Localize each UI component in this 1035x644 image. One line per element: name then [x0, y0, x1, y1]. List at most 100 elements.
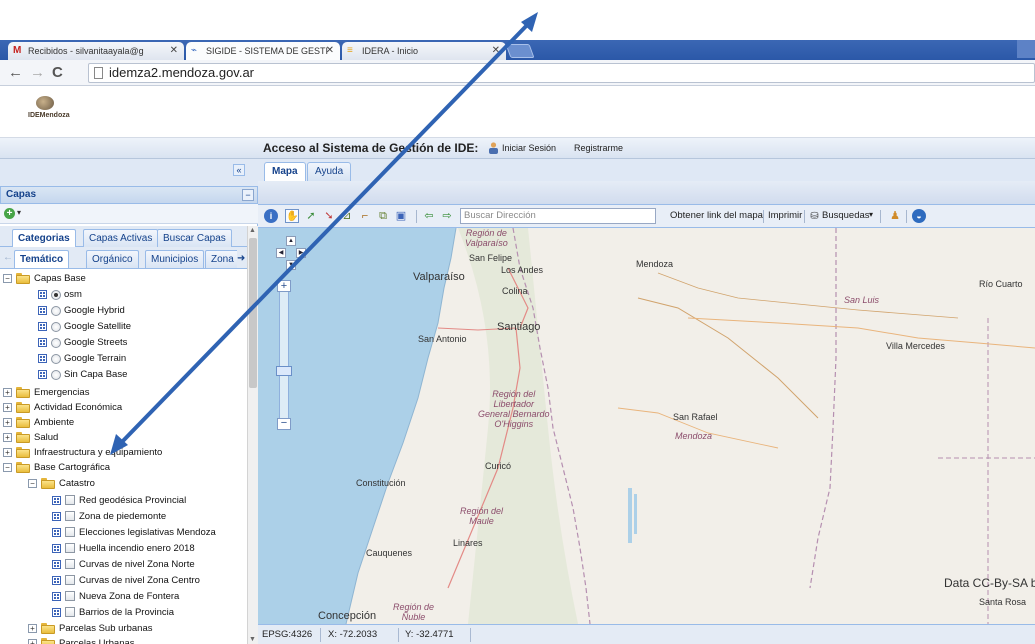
- close-tab-icon[interactable]: ✕: [492, 42, 500, 60]
- layer-checkbox[interactable]: [65, 527, 75, 537]
- radio-selected[interactable]: [51, 290, 61, 300]
- tree-item-new-border-zone[interactable]: Nueva Zona de Fontera: [0, 589, 247, 604]
- layer-checkbox[interactable]: [65, 607, 75, 617]
- tree-group-infrastructure[interactable]: + Infraestructura y equipamiento: [0, 445, 247, 460]
- scroll-down-icon[interactable]: ▼: [249, 636, 256, 643]
- expand-icon[interactable]: +: [3, 403, 12, 412]
- address-search-input[interactable]: Buscar Dirección: [460, 208, 656, 224]
- scroll-right-icon[interactable]: ➜: [237, 250, 247, 268]
- tab-help[interactable]: Ayuda: [307, 162, 352, 181]
- back-arrow-icon[interactable]: ←: [8, 64, 23, 82]
- collapse-panel-button[interactable]: «: [233, 164, 245, 176]
- expand-icon[interactable]: +: [3, 448, 12, 457]
- tree-item-piedmont-zone[interactable]: Zona de piedemonte: [0, 509, 247, 524]
- collapse-icon[interactable]: −: [3, 463, 12, 472]
- expand-icon[interactable]: +: [3, 433, 12, 442]
- pan-hand-icon[interactable]: ✋: [285, 209, 299, 223]
- browser-tab-idera[interactable]: ≡ IDERA - Inicio ✕: [342, 42, 506, 60]
- scrollbar-thumb[interactable]: [249, 238, 257, 388]
- close-tab-icon[interactable]: ✕: [326, 42, 334, 60]
- tab-thematic[interactable]: Temático: [14, 250, 70, 268]
- collapse-icon[interactable]: −: [28, 479, 37, 488]
- tree-group-environment[interactable]: + Ambiente: [0, 415, 247, 430]
- tree-group-urban-parcels[interactable]: + Parcelas Urbanas: [0, 636, 247, 644]
- pan-left-icon[interactable]: ◀: [276, 248, 286, 258]
- minimize-icon[interactable]: −: [242, 189, 254, 201]
- radio-button[interactable]: [51, 354, 61, 364]
- layer-tree-scrollbar[interactable]: ▲ ▼: [247, 226, 258, 644]
- globe-icon[interactable]: ◒: [912, 209, 926, 223]
- scroll-up-icon[interactable]: ▲: [249, 227, 256, 234]
- reload-icon[interactable]: C: [52, 64, 63, 82]
- layer-checkbox[interactable]: [65, 543, 75, 553]
- tree-item-google-streets[interactable]: Google Streets: [0, 335, 247, 350]
- zoom-out-tool-icon[interactable]: ➘: [322, 209, 336, 223]
- tree-item-google-terrain[interactable]: Google Terrain: [0, 351, 247, 366]
- zoom-in-button[interactable]: +: [277, 280, 291, 292]
- scroll-left-icon[interactable]: ←: [3, 252, 13, 263]
- chevron-down-icon[interactable]: ▾: [869, 210, 873, 219]
- full-extent-icon[interactable]: ▣: [394, 209, 408, 223]
- layer-checkbox[interactable]: [65, 495, 75, 505]
- login-link[interactable]: Iniciar Sesión: [502, 143, 556, 153]
- measure-icon[interactable]: ⊿: [340, 209, 354, 223]
- register-link[interactable]: Registrarme: [574, 143, 623, 153]
- browser-tab-sigide[interactable]: ⌁ SIGIDE - SISTEMA DE GESTI ✕: [186, 42, 340, 60]
- url-field[interactable]: idemza2.mendoza.gov.ar: [88, 63, 1035, 83]
- tree-item-neighborhoods[interactable]: Barrios de la Provincia: [0, 605, 247, 620]
- expand-icon[interactable]: +: [28, 639, 37, 644]
- tree-item-geodesic-network[interactable]: Red geodésica Provincial: [0, 493, 247, 508]
- tree-item-fire-footprint[interactable]: Huella incendio enero 2018: [0, 541, 247, 556]
- tree-group-base-layers[interactable]: − Capas Base: [0, 271, 247, 286]
- previous-view-icon[interactable]: ⇦: [422, 209, 436, 223]
- tree-item-contours-center[interactable]: Curvas de nivel Zona Centro: [0, 573, 247, 588]
- radio-button[interactable]: [51, 306, 61, 316]
- chevron-down-icon[interactable]: ▾: [17, 208, 21, 217]
- new-tab-button[interactable]: [505, 44, 535, 58]
- zoom-slider-track[interactable]: [279, 280, 289, 430]
- layer-checkbox[interactable]: [65, 575, 75, 585]
- zoom-in-tool-icon[interactable]: ➚: [304, 209, 318, 223]
- idemendoza-logo[interactable]: IDEMendoza: [28, 96, 88, 126]
- close-tab-icon[interactable]: ✕: [170, 42, 178, 60]
- collapse-icon[interactable]: −: [3, 274, 12, 283]
- window-control[interactable]: [1017, 40, 1035, 58]
- tree-group-suburban-parcels[interactable]: + Parcelas Sub urbanas: [0, 621, 247, 636]
- searches-dropdown[interactable]: Busquedas: [822, 210, 870, 221]
- map-attribution[interactable]: Data CC-By-SA by: [944, 576, 1035, 590]
- print-button[interactable]: Imprimir: [768, 210, 802, 221]
- tree-group-cadastre[interactable]: − Catastro: [0, 476, 247, 491]
- tab-map[interactable]: Mapa: [264, 162, 306, 182]
- tab-municipalities[interactable]: Municipios: [145, 250, 205, 268]
- tree-item-google-hybrid[interactable]: Google Hybrid: [0, 303, 247, 318]
- pan-right-icon[interactable]: ▶: [296, 248, 306, 258]
- tab-active-layers[interactable]: Capas Activas: [83, 229, 159, 247]
- expand-icon[interactable]: +: [3, 388, 12, 397]
- pan-down-icon[interactable]: ▼: [286, 260, 296, 270]
- tab-organic[interactable]: Orgánico: [86, 250, 139, 268]
- pan-up-icon[interactable]: ▲: [286, 236, 296, 246]
- person-icon[interactable]: ♟: [888, 209, 902, 223]
- history-icon[interactable]: ⧉: [376, 209, 390, 223]
- tab-zone[interactable]: Zona: [205, 250, 240, 268]
- layer-checkbox[interactable]: [65, 511, 75, 521]
- layer-checkbox[interactable]: [65, 559, 75, 569]
- forward-arrow-icon[interactable]: →: [30, 64, 45, 82]
- tree-item-contours-north[interactable]: Curvas de nivel Zona Norte: [0, 557, 247, 572]
- tree-item-no-base-layer[interactable]: Sin Capa Base: [0, 367, 247, 382]
- tree-item-google-satellite[interactable]: Google Satellite: [0, 319, 247, 334]
- map-canvas[interactable]: Región de Valparaíso San Felipe Los Andes…: [258, 228, 1035, 624]
- add-layer-icon[interactable]: +: [4, 208, 15, 219]
- radio-button[interactable]: [51, 338, 61, 348]
- tab-search-layers[interactable]: Buscar Capas: [157, 229, 232, 247]
- info-icon[interactable]: i: [264, 209, 278, 223]
- map-link-button[interactable]: Obtener link del mapa: [670, 210, 763, 221]
- tree-group-emergencies[interactable]: + Emergencias: [0, 385, 247, 400]
- tree-group-health[interactable]: + Salud: [0, 430, 247, 445]
- expand-icon[interactable]: +: [28, 624, 37, 633]
- tree-item-elections[interactable]: Elecciones legislativas Mendoza: [0, 525, 247, 540]
- tree-item-osm[interactable]: osm: [0, 287, 247, 302]
- area-icon[interactable]: ⌐: [358, 209, 372, 223]
- tab-categories[interactable]: Categorias: [12, 229, 76, 247]
- browser-tab-gmail[interactable]: M Recibidos - silvanitaayala@g ✕: [8, 42, 184, 60]
